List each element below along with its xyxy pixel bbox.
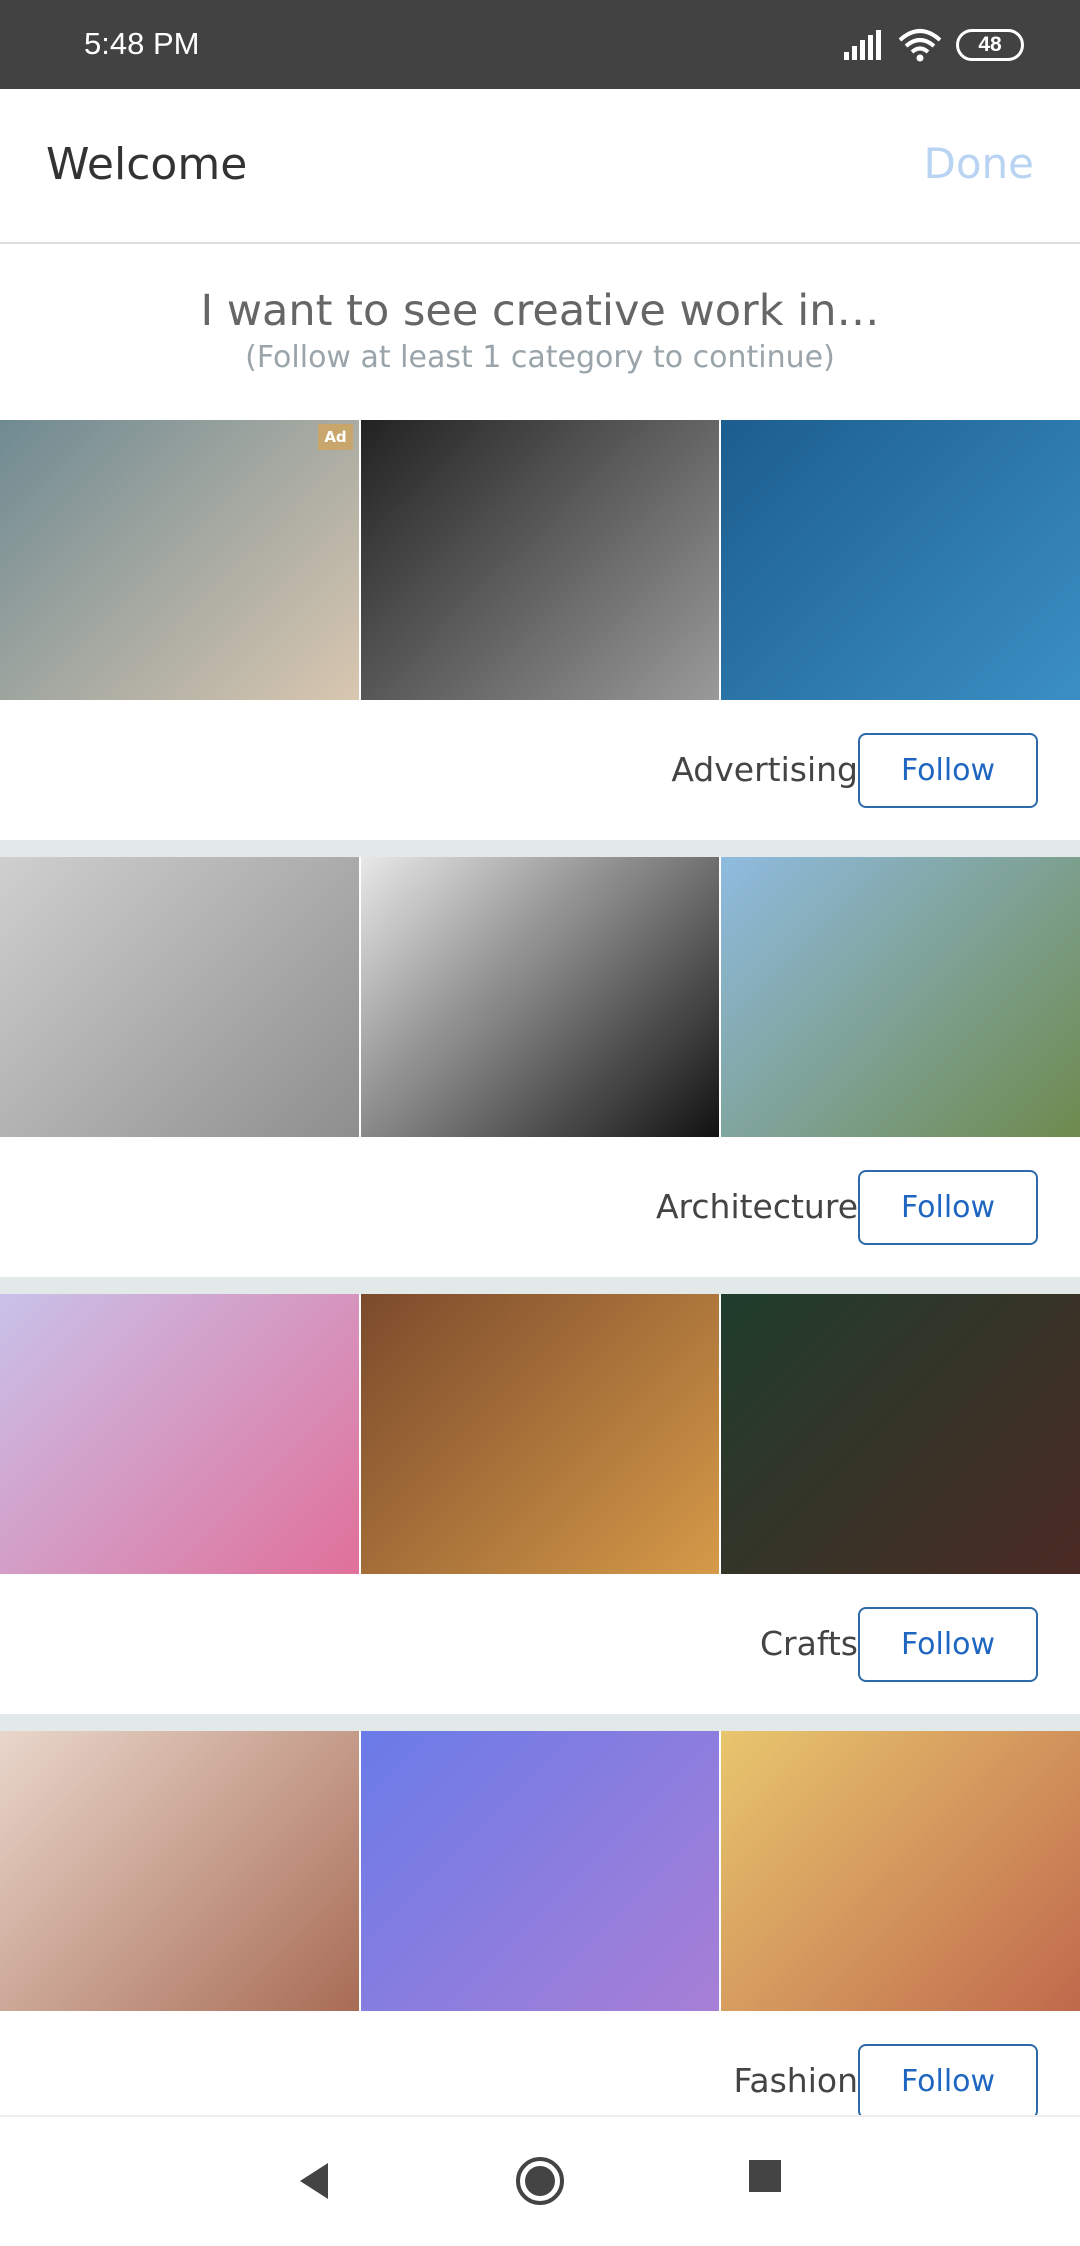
- category-section-architecture: Architecture Follow: [0, 857, 1080, 1294]
- follow-button[interactable]: Follow: [858, 1170, 1038, 1245]
- category-name: Crafts: [759, 1624, 858, 1663]
- intro: I want to see creative work in… (Follow …: [0, 246, 1080, 420]
- category-name: Fashion: [733, 2061, 858, 2100]
- category-section-fashion: Fashion Follow: [0, 1731, 1080, 2168]
- category-name: Architecture: [655, 1187, 858, 1226]
- follow-button[interactable]: Follow: [858, 1607, 1038, 1682]
- category-image: [721, 420, 1080, 700]
- category-image: [0, 1731, 359, 2011]
- follow-button[interactable]: Follow: [858, 2044, 1038, 2119]
- status-bar: 5:48 PM 48: [0, 0, 1080, 89]
- back-icon[interactable]: [294, 2159, 334, 2203]
- category-image: Ad: [0, 420, 359, 700]
- category-images: [0, 1731, 1080, 2011]
- category-name: Advertising: [671, 750, 858, 789]
- category-row: Advertising Follow: [0, 700, 1080, 840]
- category-image: [0, 1294, 359, 1574]
- header: Welcome Done: [0, 89, 1080, 244]
- category-row: Crafts Follow: [0, 1574, 1080, 1714]
- category-section-crafts: Crafts Follow: [0, 1294, 1080, 1731]
- intro-heading: I want to see creative work in…: [200, 286, 880, 336]
- signal-icon: [844, 30, 881, 60]
- category-image: [360, 1731, 720, 2011]
- category-section-advertising: Ad Advertising Follow: [0, 420, 1080, 857]
- section-divider: [0, 840, 1080, 857]
- battery-icon: 48: [956, 29, 1024, 61]
- status-time: 5:48 PM: [84, 26, 200, 61]
- category-image: [360, 1294, 720, 1574]
- category-image: [721, 1294, 1080, 1574]
- category-image: [360, 420, 720, 700]
- page-title: Welcome: [46, 139, 248, 190]
- section-divider: [0, 1277, 1080, 1294]
- section-divider: [0, 1714, 1080, 1731]
- category-image: [360, 857, 720, 1137]
- category-image: [0, 857, 359, 1137]
- wifi-icon: [898, 29, 942, 62]
- recents-icon[interactable]: [748, 2159, 782, 2193]
- category-row: Architecture Follow: [0, 1137, 1080, 1277]
- category-images: [0, 1294, 1080, 1574]
- follow-button[interactable]: Follow: [858, 733, 1038, 808]
- navigation-bar: [0, 2115, 1080, 2246]
- category-image: [721, 1731, 1080, 2011]
- home-icon[interactable]: [514, 2155, 566, 2207]
- done-button[interactable]: Done: [924, 139, 1035, 188]
- category-image: [721, 857, 1080, 1137]
- category-images: Ad: [0, 420, 1080, 700]
- intro-subheading: (Follow at least 1 category to continue): [245, 340, 835, 375]
- category-images: [0, 857, 1080, 1137]
- ad-badge: Ad: [318, 424, 353, 450]
